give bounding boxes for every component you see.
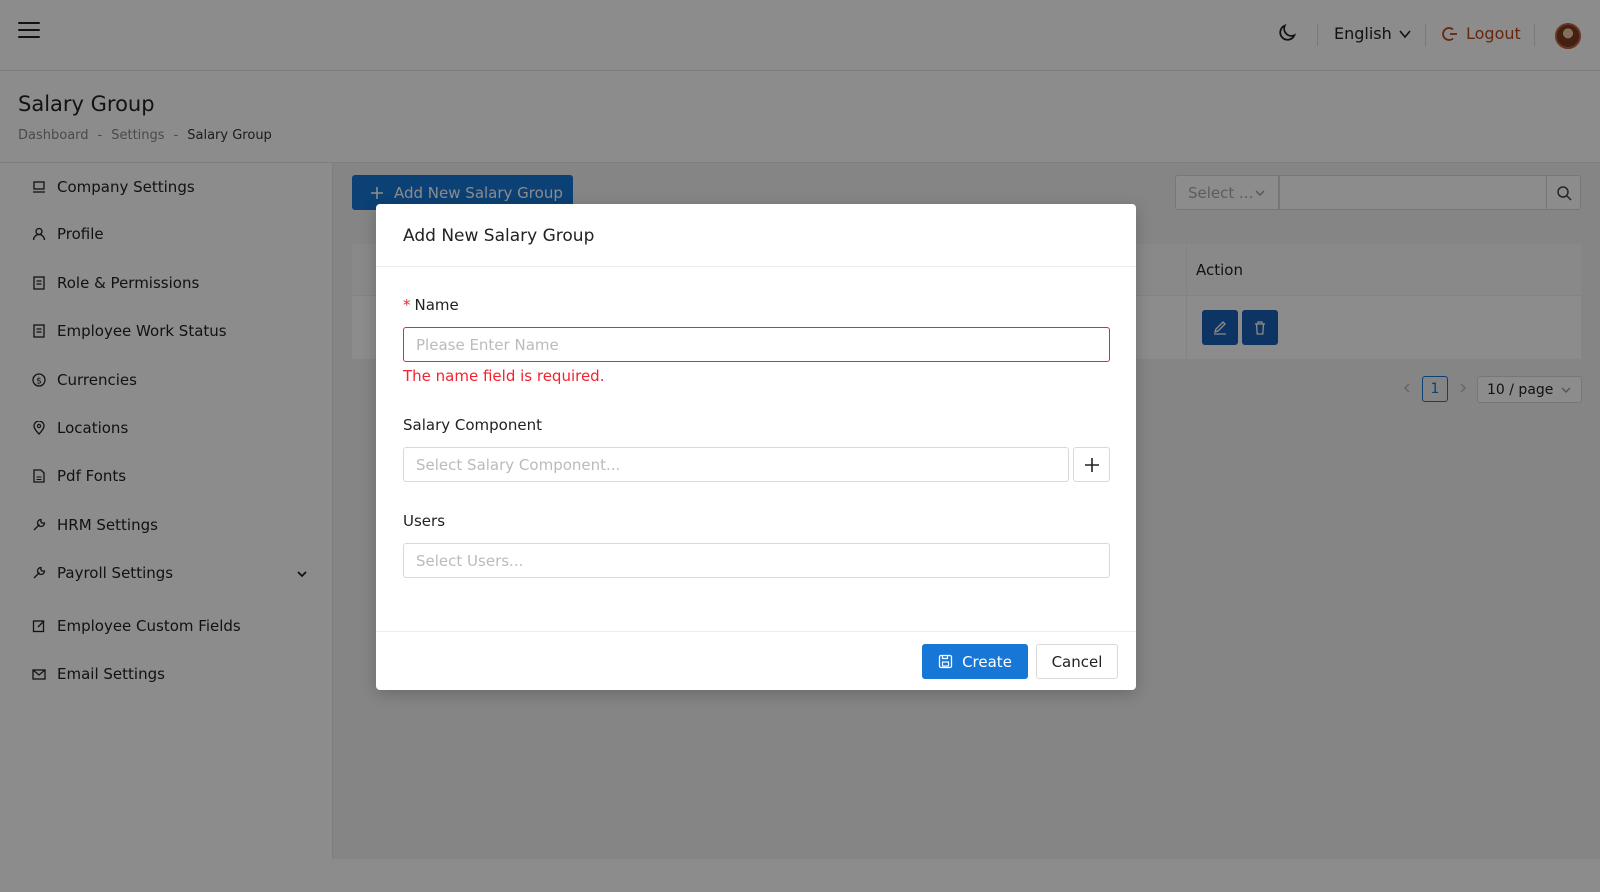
modal-divider	[376, 631, 1136, 632]
add-salary-component-button[interactable]	[1073, 447, 1110, 482]
salary-component-select[interactable]	[403, 447, 1069, 482]
name-input[interactable]	[403, 327, 1110, 362]
name-error-message: The name field is required.	[403, 367, 605, 385]
name-label-text: Name	[414, 296, 459, 314]
save-icon	[938, 654, 953, 669]
users-label: Users	[403, 512, 446, 530]
users-select[interactable]	[403, 543, 1110, 578]
modal-title: Add New Salary Group	[403, 226, 595, 246]
plus-icon	[1084, 457, 1099, 472]
create-label: Create	[962, 652, 1012, 671]
name-field-label: * Name	[403, 296, 459, 314]
add-salary-group-modal: Add New Salary Group *Name The name fiel…	[376, 204, 1136, 690]
create-button[interactable]: Create	[922, 644, 1028, 679]
salary-component-label: Salary Component	[403, 416, 542, 434]
required-marker: *	[403, 296, 411, 314]
cancel-button[interactable]: Cancel	[1036, 644, 1118, 679]
modal-divider	[376, 266, 1136, 267]
